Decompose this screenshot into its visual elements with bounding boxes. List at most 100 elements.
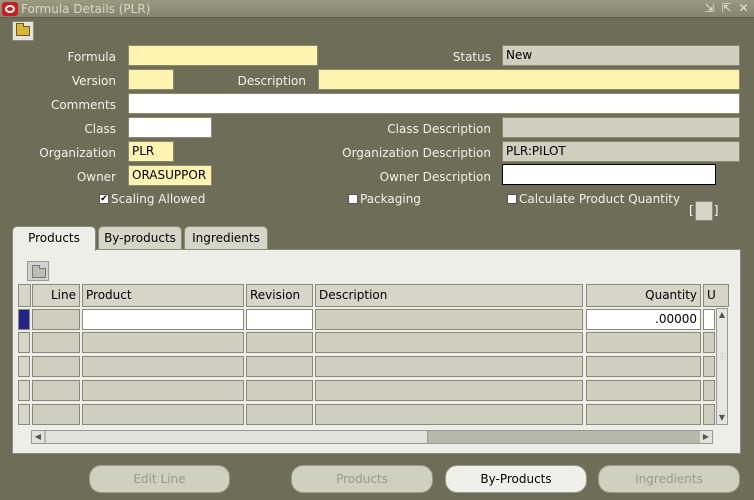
column-header-line: Line — [32, 284, 80, 307]
cell-revision[interactable] — [246, 332, 313, 353]
oracle-logo-icon — [2, 2, 18, 16]
bracket-open: [ — [689, 203, 694, 218]
status-label: Status — [452, 50, 491, 64]
cell-product[interactable] — [82, 332, 244, 353]
vertical-scrollbar[interactable]: ▲ ⋮ ▼ — [716, 308, 728, 425]
tab-products[interactable]: Products — [12, 226, 96, 251]
scroll-thumb[interactable] — [46, 431, 428, 443]
folder-icon — [32, 265, 46, 278]
column-header-quantity: Quantity — [586, 284, 701, 307]
cell-quantity[interactable] — [586, 404, 701, 425]
class-description-field — [502, 117, 740, 138]
cell-uom[interactable] — [703, 332, 715, 353]
owner-field[interactable]: ORASUPPOR — [128, 165, 212, 186]
window-title: Formula Details (PLR) — [21, 2, 151, 16]
column-header-revision: Revision — [246, 284, 313, 307]
description-label: Description — [237, 74, 306, 88]
scroll-down-icon[interactable]: ▼ — [717, 412, 727, 424]
tab-ingredients[interactable]: Ingredients — [184, 226, 268, 250]
class-label: Class — [84, 122, 116, 136]
close-icon[interactable]: ✕ — [737, 1, 750, 16]
scaling-allowed-label: Scaling Allowed — [111, 192, 206, 206]
row-selector[interactable] — [18, 332, 30, 353]
cell-revision[interactable] — [246, 380, 313, 401]
title-bar: Formula Details (PLR) ⇲ ⇱ ✕ — [0, 0, 754, 18]
open-folder-button[interactable] — [12, 21, 34, 41]
descriptive-flexfield[interactable]: [] — [689, 201, 718, 221]
window-controls: ⇲ ⇱ ✕ — [703, 1, 750, 16]
scroll-grip-icon[interactable]: ⋮ — [717, 351, 727, 363]
version-label: Version — [71, 74, 116, 88]
horizontal-scrollbar[interactable]: ◀ ▶ — [31, 430, 713, 444]
calculate-product-quantity-label: Calculate Product Quantity — [519, 192, 681, 206]
cell-product[interactable] — [82, 380, 244, 401]
row-selector[interactable] — [18, 404, 30, 425]
calculate-product-quantity-checkbox[interactable]: Calculate Product Quantity — [507, 191, 680, 207]
checkmark-icon: ✔ — [99, 194, 109, 204]
organization-description-field: PLR:PILOT — [502, 141, 740, 162]
cell-product[interactable] — [82, 309, 244, 330]
checkbox-icon — [348, 194, 358, 204]
owner-description-field[interactable] — [502, 164, 716, 185]
owner-label: Owner — [76, 170, 116, 184]
products-panel: Line Product Revision Description Quanti… — [12, 249, 741, 454]
cell-line[interactable] — [32, 356, 80, 377]
ingredients-button[interactable]: Ingredients — [598, 465, 740, 493]
formula-label: Formula — [67, 50, 116, 64]
packaging-checkbox[interactable]: Packaging — [348, 191, 421, 207]
status-field: New — [502, 45, 740, 66]
column-header-product: Product — [82, 284, 244, 307]
cell-revision[interactable] — [246, 356, 313, 377]
row-selector[interactable] — [18, 380, 30, 401]
owner-description-label: Owner Description — [379, 170, 491, 184]
cell-quantity[interactable]: .00000 — [586, 309, 701, 330]
cell-revision[interactable] — [246, 404, 313, 425]
cell-quantity[interactable] — [586, 356, 701, 377]
comments-label: Comments — [50, 98, 116, 112]
cell-uom[interactable] — [703, 356, 715, 377]
organization-field[interactable]: PLR — [128, 141, 174, 162]
organization-label: Organization — [39, 146, 116, 160]
cell-product[interactable] — [82, 356, 244, 377]
packaging-label: Packaging — [360, 192, 421, 206]
tab-by-products[interactable]: By-products — [98, 226, 182, 250]
class-description-label: Class Description — [387, 122, 491, 136]
scroll-right-icon[interactable]: ▶ — [700, 431, 712, 443]
cell-description — [315, 404, 583, 425]
class-field[interactable] — [128, 117, 212, 138]
cell-description — [315, 356, 583, 377]
by-products-button[interactable]: By-Products — [445, 465, 587, 493]
cell-description — [315, 380, 583, 401]
bracket-close: ] — [713, 203, 719, 218]
comments-field[interactable] — [128, 93, 740, 114]
description-field[interactable] — [318, 69, 740, 90]
version-field[interactable] — [128, 69, 174, 90]
attachment-button[interactable] — [27, 261, 49, 281]
checkbox-icon — [507, 194, 517, 204]
cell-line[interactable] — [32, 380, 80, 401]
cell-uom[interactable] — [703, 380, 715, 401]
products-button[interactable]: Products — [291, 465, 433, 493]
folder-icon — [16, 23, 30, 36]
cell-quantity[interactable] — [586, 380, 701, 401]
flexfield-button[interactable] — [694, 201, 713, 221]
cell-product[interactable] — [82, 404, 244, 425]
cell-quantity[interactable] — [586, 332, 701, 353]
row-selector-header — [18, 284, 31, 307]
cell-description — [315, 309, 583, 330]
minimize-icon[interactable]: ⇲ — [703, 1, 716, 16]
cell-uom[interactable] — [703, 404, 715, 425]
scroll-left-icon[interactable]: ◀ — [32, 431, 44, 443]
cell-uom[interactable] — [703, 309, 715, 330]
edit-line-button[interactable]: Edit Line — [89, 465, 230, 493]
cell-revision[interactable] — [246, 309, 313, 330]
formula-field[interactable] — [128, 45, 318, 66]
scaling-allowed-checkbox[interactable]: ✔ Scaling Allowed — [99, 191, 205, 207]
cell-line[interactable] — [32, 404, 80, 425]
cell-line[interactable] — [32, 332, 80, 353]
cell-line[interactable] — [32, 309, 80, 330]
scroll-up-icon[interactable]: ▲ — [717, 309, 727, 321]
row-selector[interactable] — [18, 309, 30, 330]
row-selector[interactable] — [18, 356, 30, 377]
maximize-icon[interactable]: ⇱ — [720, 1, 733, 16]
